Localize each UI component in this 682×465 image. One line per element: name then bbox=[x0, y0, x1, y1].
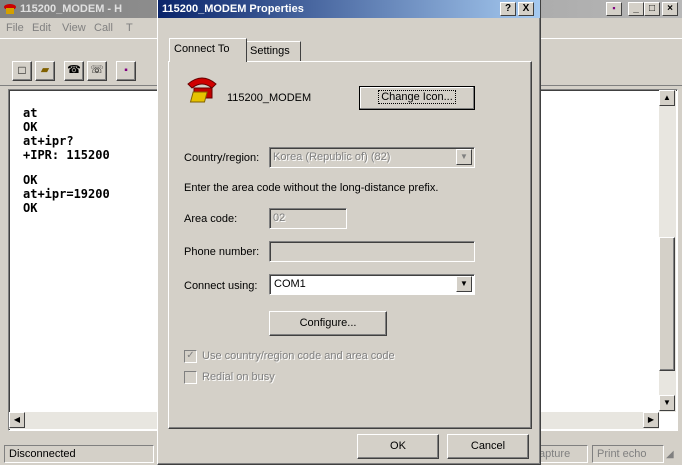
dialog-close-button[interactable]: X bbox=[518, 2, 534, 16]
menu-call[interactable]: Call bbox=[94, 22, 113, 34]
phone-number-label: Phone number: bbox=[184, 246, 260, 258]
change-icon-label: Change Icon... bbox=[378, 90, 456, 104]
connect-using-value: COM1 bbox=[274, 278, 306, 290]
status-print-echo: Print echo bbox=[592, 445, 664, 463]
use-country-checkbox[interactable]: ✓ bbox=[184, 350, 197, 363]
configure-button[interactable]: Configure... bbox=[269, 311, 387, 336]
scroll-down-icon[interactable]: ▼ bbox=[659, 395, 675, 411]
country-select[interactable]: Korea (Republic of) (82) ▼ bbox=[269, 147, 475, 168]
terminal-line: at+ipr=19200 bbox=[23, 187, 110, 201]
tab-settings[interactable]: Settings bbox=[247, 41, 301, 61]
disconnect-icon[interactable]: ☏ bbox=[87, 61, 107, 81]
cancel-button[interactable]: Cancel bbox=[447, 434, 529, 459]
status-connection-text: Disconnected bbox=[9, 448, 76, 460]
open-icon[interactable]: ▰ bbox=[35, 61, 55, 81]
tab-connect-to-label: Connect To bbox=[174, 43, 230, 55]
configure-label: Configure... bbox=[299, 317, 357, 329]
status-connection: Disconnected bbox=[4, 445, 154, 463]
change-icon-button[interactable]: Change Icon... bbox=[359, 86, 475, 110]
connect-using-select[interactable]: COM1 ▼ bbox=[269, 274, 475, 295]
ok-label: OK bbox=[390, 440, 406, 452]
chevron-down-icon[interactable]: ▼ bbox=[456, 149, 472, 165]
cancel-label: Cancel bbox=[470, 440, 506, 452]
redial-checkbox[interactable] bbox=[184, 371, 197, 384]
terminal-line: at bbox=[23, 106, 38, 120]
send-icon[interactable]: ▪ bbox=[116, 61, 136, 81]
status-capture-text: apture bbox=[539, 448, 571, 460]
minimize-button[interactable]: _ bbox=[628, 2, 644, 16]
phone-app-icon bbox=[3, 2, 17, 16]
status-capture: apture bbox=[536, 445, 588, 463]
redial-label: Redial on busy bbox=[202, 371, 275, 383]
menu-edit[interactable]: Edit bbox=[32, 22, 51, 34]
use-country-label: Use country/region code and area code bbox=[202, 350, 395, 362]
country-label: Country/region: bbox=[184, 152, 260, 164]
menu-transfer[interactable]: T bbox=[126, 22, 133, 34]
terminal-line: OK bbox=[23, 173, 38, 187]
dialog-title: 115200_MODEM Properties bbox=[162, 3, 304, 15]
status-print-echo-text: Print echo bbox=[597, 448, 647, 460]
close-button[interactable]: × bbox=[662, 2, 678, 16]
scroll-left-icon[interactable]: ◀ bbox=[9, 412, 25, 428]
properties-dialog: 115200_MODEM Properties ? X Connect To S… bbox=[157, 0, 541, 465]
tab-panel: 115200_MODEM Change Icon... Country/regi… bbox=[168, 61, 532, 429]
chevron-down-icon[interactable]: ▼ bbox=[456, 276, 472, 292]
ok-button[interactable]: OK bbox=[357, 434, 439, 459]
country-value: Korea (Republic of) (82) bbox=[273, 151, 391, 163]
vertical-scrollbar[interactable]: ▲ ▼ bbox=[659, 90, 676, 412]
connect-using-label: Connect using: bbox=[184, 280, 258, 292]
tab-settings-label: Settings bbox=[250, 45, 290, 57]
menu-view[interactable]: View bbox=[62, 22, 86, 34]
terminal-line: OK bbox=[23, 201, 38, 215]
phone-number-field[interactable] bbox=[269, 241, 475, 262]
tab-connect-to[interactable]: Connect To bbox=[169, 38, 247, 62]
modem-phone-icon bbox=[186, 74, 217, 104]
connect-icon[interactable]: ☎ bbox=[64, 61, 84, 81]
area-code-label: Area code: bbox=[184, 213, 238, 225]
modem-name: 115200_MODEM bbox=[227, 92, 312, 104]
terminal-output[interactable]: at OK at+ipr? +IPR: 115200 OK at+ipr=192… bbox=[23, 106, 163, 406]
terminal-line: at+ipr? bbox=[23, 134, 74, 148]
app-title: 115200_MODEM - H bbox=[20, 3, 123, 15]
scroll-right-icon[interactable]: ▶ bbox=[643, 412, 659, 428]
menu-file[interactable]: File bbox=[6, 22, 24, 34]
scroll-thumb[interactable] bbox=[659, 237, 675, 371]
area-prompt: Enter the area code without the long-dis… bbox=[184, 182, 439, 194]
dialog-title-bar[interactable]: 115200_MODEM Properties ? X bbox=[158, 0, 540, 18]
help-button[interactable]: ? bbox=[500, 2, 516, 16]
terminal-line: OK bbox=[23, 120, 38, 134]
scroll-up-icon[interactable]: ▲ bbox=[659, 90, 675, 106]
area-code-value: 02 bbox=[273, 212, 286, 224]
maximize-button[interactable]: □ bbox=[644, 2, 660, 16]
app-extra-icon[interactable]: ▪ bbox=[606, 2, 622, 16]
new-icon[interactable]: □ bbox=[12, 61, 32, 81]
terminal-line: +IPR: 115200 bbox=[23, 148, 110, 162]
area-code-field[interactable]: 02 bbox=[269, 208, 347, 229]
resize-grip-icon[interactable]: ◢ bbox=[666, 449, 680, 463]
